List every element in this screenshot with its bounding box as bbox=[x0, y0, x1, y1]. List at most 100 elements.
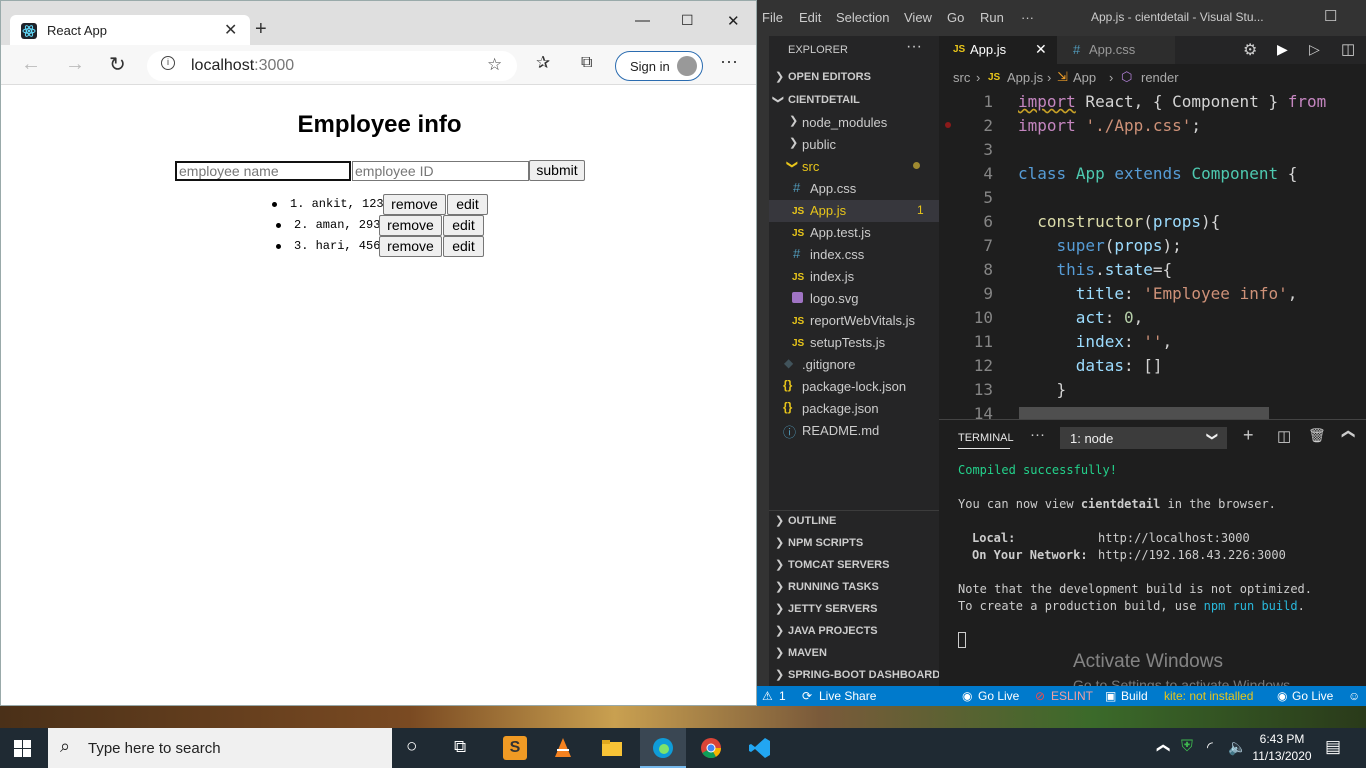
npm-scripts-section[interactable]: NPM SCRIPTS bbox=[788, 537, 863, 549]
problems-count[interactable]: 1 bbox=[779, 689, 786, 703]
edit-button[interactable]: edit bbox=[443, 215, 484, 236]
code-line[interactable]: datas: [] bbox=[1018, 356, 1163, 375]
remove-button[interactable]: remove bbox=[379, 236, 442, 257]
maximize-icon[interactable]: ☐ bbox=[1324, 7, 1337, 25]
edit-button[interactable]: edit bbox=[447, 194, 488, 215]
tree-item-index-js[interactable]: index.js bbox=[810, 269, 854, 284]
tree-item-readme[interactable]: README.md bbox=[802, 423, 879, 438]
favorite-star-icon[interactable]: ☆ bbox=[487, 55, 502, 75]
run-icon[interactable]: ▶ bbox=[1277, 41, 1288, 58]
code-line[interactable]: this.state={ bbox=[1018, 260, 1173, 279]
forward-icon[interactable]: → bbox=[65, 53, 85, 76]
cortana-icon[interactable]: ○ bbox=[406, 736, 417, 758]
remove-button[interactable]: remove bbox=[379, 215, 442, 236]
gear-icon[interactable]: ⚙ bbox=[1243, 40, 1257, 60]
edge-icon[interactable] bbox=[651, 736, 675, 760]
eslint-status[interactable]: ESLINT bbox=[1051, 689, 1093, 703]
tomcat-servers-section[interactable]: TOMCAT SERVERS bbox=[788, 559, 889, 571]
maximize-icon[interactable]: ☐ bbox=[681, 12, 694, 29]
breadcrumb-method[interactable]: render bbox=[1141, 70, 1179, 85]
live-share-button[interactable]: Live Share bbox=[819, 689, 876, 703]
notification-icon[interactable]: ▤ bbox=[1325, 737, 1341, 757]
code-line[interactable]: constructor(props){ bbox=[1018, 212, 1220, 231]
show-hidden-icons[interactable]: ❯ bbox=[1154, 743, 1170, 754]
info-icon[interactable]: i bbox=[161, 56, 175, 70]
menu-selection[interactable]: Selection bbox=[836, 10, 889, 25]
collections-icon[interactable]: ⧉ bbox=[581, 54, 592, 72]
go-live-button[interactable]: Go Live bbox=[978, 689, 1019, 703]
menu-more[interactable]: ··· bbox=[1021, 10, 1034, 25]
new-tab-icon[interactable]: + bbox=[255, 18, 267, 41]
close-tab-icon[interactable]: ✕ bbox=[1035, 41, 1047, 58]
tree-item-app-css[interactable]: App.css bbox=[810, 181, 856, 196]
chrome-icon[interactable] bbox=[699, 736, 723, 760]
shield-icon[interactable]: ⛨ bbox=[1181, 738, 1193, 756]
submit-button[interactable]: submit bbox=[529, 160, 585, 181]
employee-name-input[interactable] bbox=[175, 161, 351, 181]
more-menu-icon[interactable]: ··· bbox=[720, 51, 738, 72]
tree-item-package-lock[interactable]: package-lock.json bbox=[802, 379, 906, 394]
menu-go[interactable]: Go bbox=[947, 10, 964, 25]
maven-section[interactable]: MAVEN bbox=[788, 647, 827, 659]
tree-item-report-web-vitals[interactable]: reportWebVitals.js bbox=[810, 313, 915, 328]
sign-in-button[interactable]: Sign in bbox=[615, 51, 703, 81]
close-window-icon[interactable]: ✕ bbox=[727, 12, 740, 30]
breakpoint-icon[interactable] bbox=[945, 122, 951, 128]
jetty-servers-section[interactable]: JETTY SERVERS bbox=[788, 603, 877, 615]
browser-tab[interactable]: React App ✕ bbox=[10, 15, 250, 45]
code-line[interactable]: super(props); bbox=[1018, 236, 1182, 255]
terminal-select[interactable]: 1: node ❯ bbox=[1060, 427, 1227, 449]
tree-item-index-css[interactable]: index.css bbox=[810, 247, 864, 262]
breadcrumb-class[interactable]: App bbox=[1073, 70, 1096, 85]
code-line[interactable]: index: '', bbox=[1018, 332, 1172, 351]
tree-item-app-js[interactable]: App.js bbox=[810, 203, 846, 218]
taskbar-search-box[interactable]: ⌕ Type here to search bbox=[48, 728, 392, 768]
breadcrumb-src[interactable]: src bbox=[953, 70, 970, 85]
vlc-icon[interactable] bbox=[551, 736, 575, 760]
split-terminal-icon[interactable]: ◫ bbox=[1277, 427, 1291, 445]
windows-start-icon[interactable] bbox=[14, 740, 31, 757]
project-folder[interactable]: CIENTDETAIL bbox=[788, 94, 860, 106]
tree-item-setup-tests[interactable]: setupTests.js bbox=[810, 335, 885, 350]
code-line[interactable]: } bbox=[1018, 380, 1067, 399]
running-tasks-section[interactable]: RUNNING TASKS bbox=[788, 581, 879, 593]
warning-icon[interactable]: ⚠ bbox=[762, 689, 773, 703]
refresh-icon[interactable]: ↻ bbox=[109, 52, 126, 77]
code-line[interactable]: import './App.css'; bbox=[1018, 116, 1201, 135]
tab-app-css[interactable]: # App.css bbox=[1057, 36, 1175, 64]
tree-item-app-test-js[interactable]: App.test.js bbox=[810, 225, 871, 240]
task-view-icon[interactable]: ⧉ bbox=[454, 737, 466, 757]
split-editor-icon[interactable]: ◫ bbox=[1341, 40, 1355, 58]
panel-more-icon[interactable]: ··· bbox=[1030, 426, 1045, 443]
tree-item-src[interactable]: src bbox=[802, 159, 819, 174]
sublime-text-icon[interactable]: S bbox=[503, 736, 527, 760]
favorites-icon[interactable]: ✰ bbox=[536, 53, 550, 73]
code-line[interactable]: act: 0, bbox=[1018, 308, 1143, 327]
wifi-icon[interactable]: ◜ bbox=[1207, 738, 1213, 756]
java-projects-section[interactable]: JAVA PROJECTS bbox=[788, 625, 878, 637]
outline-section[interactable]: OUTLINE bbox=[788, 515, 836, 527]
build-button[interactable]: Build bbox=[1121, 689, 1148, 703]
address-bar[interactable]: i localhost:3000 ☆ bbox=[147, 51, 517, 81]
edit-button[interactable]: edit bbox=[443, 236, 484, 257]
menu-edit[interactable]: Edit bbox=[799, 10, 821, 25]
tree-item-package-json[interactable]: package.json bbox=[802, 401, 879, 416]
spring-boot-section[interactable]: SPRING-BOOT DASHBOARD bbox=[788, 669, 940, 681]
code-line[interactable]: import React, { Component } from bbox=[1018, 92, 1326, 111]
tree-item-public[interactable]: public bbox=[802, 137, 836, 152]
breadcrumb-file[interactable]: App.js bbox=[1007, 70, 1043, 85]
feedback-icon[interactable]: ☺ bbox=[1348, 689, 1360, 703]
back-icon[interactable]: ← bbox=[21, 53, 41, 76]
tab-terminal[interactable]: TERMINAL bbox=[958, 432, 1014, 444]
close-tab-icon[interactable]: ✕ bbox=[224, 20, 237, 40]
minimize-icon[interactable]: — bbox=[635, 12, 650, 29]
code-line[interactable]: title: 'Employee info', bbox=[1018, 284, 1298, 303]
debug-run-icon[interactable]: ▷ bbox=[1309, 41, 1320, 58]
tree-item-logo-svg[interactable]: logo.svg bbox=[810, 291, 858, 306]
tree-item-node-modules[interactable]: node_modules bbox=[802, 115, 887, 130]
tree-item-gitignore[interactable]: .gitignore bbox=[802, 357, 855, 372]
horizontal-scrollbar[interactable] bbox=[1019, 407, 1269, 419]
trash-icon[interactable]: 🗑 bbox=[1308, 427, 1326, 444]
open-editors-section[interactable]: OPEN EDITORS bbox=[788, 71, 871, 83]
go-live-button[interactable]: Go Live bbox=[1292, 689, 1333, 703]
